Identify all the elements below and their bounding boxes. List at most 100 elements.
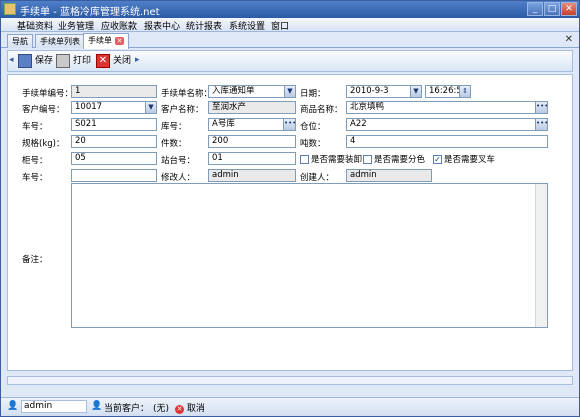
tonnage-field[interactable]: 4 <box>346 135 548 148</box>
value: 北京填鸭 <box>350 102 385 112</box>
print-button[interactable]: 打印 <box>56 53 91 70</box>
horizontal-scrollbar[interactable] <box>7 376 573 385</box>
menu-window[interactable]: 窗口 <box>271 19 289 32</box>
ellipsis-icon[interactable]: ••• <box>283 119 295 130</box>
title-bar: 手续单 - 蓝格冷库管理系统.net _ □ ✕ <box>1 1 579 18</box>
save-label: 保存 <box>35 56 54 66</box>
value: 2010-9-3 <box>350 86 389 96</box>
form-name-select[interactable]: 入库通知单 ▼ <box>208 85 296 98</box>
warehouse-field[interactable]: A号库 ••• <box>208 118 296 131</box>
customer-icon: 👤 <box>91 401 103 411</box>
checkbox-label: 是否需要装卸 <box>311 155 363 165</box>
time-spinner[interactable]: 16:26:56 ⇕ <box>425 85 471 98</box>
loading-checkbox[interactable]: 是否需要装卸 <box>300 153 362 165</box>
value: A号库 <box>212 119 235 129</box>
date-label: 日期： <box>300 89 326 99</box>
checkbox-label: 是否需要叉车 <box>444 155 496 165</box>
app-window: 手续单 - 蓝格冷库管理系统.net _ □ ✕ 基础资料 业务管理 应收账款 … <box>0 0 580 417</box>
vehicle-no-label: 车号： <box>22 122 48 132</box>
creator-field[interactable]: admin <box>346 169 432 182</box>
form-no-field[interactable]: 1 <box>71 85 157 98</box>
close-button[interactable]: ✕ 关闭 <box>96 53 131 70</box>
tonnage-label: 吨数： <box>300 139 326 149</box>
customer-name-field[interactable]: 至润水产 <box>208 101 296 114</box>
chevron-down-icon[interactable]: ▼ <box>410 86 421 97</box>
pieces-field[interactable]: 200 <box>208 135 296 148</box>
tab-strip: 导航 手续单列表 手续单 ✕ ✕ <box>1 32 579 49</box>
warehouse-label: 库号： <box>161 122 187 132</box>
product-name-label: 商品名称： <box>300 105 343 115</box>
modifier-field[interactable]: admin <box>208 169 296 182</box>
value: 1 <box>75 86 81 96</box>
close-icon[interactable]: ✕ <box>565 34 573 45</box>
value: 至润水产 <box>212 102 247 112</box>
toolbar-right-arrow-icon[interactable]: ▸ <box>135 55 140 65</box>
window-title: 手续单 - 蓝格冷库管理系统.net <box>20 7 160 18</box>
menu-basic-data[interactable]: 基础资料 <box>17 19 53 32</box>
date-picker[interactable]: 2010-9-3 ▼ <box>346 85 422 98</box>
location-field[interactable]: A22 ••• <box>346 118 548 131</box>
platform-no-label: 站台号： <box>161 156 196 166</box>
save-button[interactable]: 保存 <box>18 53 53 70</box>
ellipsis-icon[interactable]: ••• <box>535 119 547 130</box>
app-icon <box>4 3 16 15</box>
forklift-checkbox[interactable]: ✓ 是否需要叉车 <box>433 153 495 165</box>
menu-settings[interactable]: 系统设置 <box>229 19 265 32</box>
status-bar: 👤 admin 👤 当前客户： (无) ✕ 取消 <box>1 397 579 416</box>
checkbox-label: 是否需要分色 <box>374 155 426 165</box>
spec-field[interactable]: 20 <box>71 135 157 148</box>
tab-navigation[interactable]: 导航 <box>7 34 33 48</box>
customer-no-label: 客户编号： <box>22 105 65 115</box>
value: admin <box>212 170 239 180</box>
value: 20 <box>75 136 86 146</box>
close-label: 关闭 <box>113 56 132 66</box>
ellipsis-icon[interactable]: ••• <box>535 102 547 113</box>
current-customer-value: (无) <box>153 404 170 414</box>
toolbar: ◂ 保存 打印 ✕ 关闭 ▸ <box>7 50 573 72</box>
cancel-icon: ✕ <box>175 405 184 414</box>
checkbox-icon <box>300 155 309 164</box>
value: 05 <box>75 153 86 163</box>
color-sort-checkbox[interactable]: 是否需要分色 <box>363 153 425 165</box>
platform-no-field[interactable]: 01 <box>208 152 296 165</box>
menu-receivables[interactable]: 应收账款 <box>101 19 137 32</box>
chevron-down-icon[interactable]: ▼ <box>145 102 156 113</box>
toolbar-left-arrow-icon[interactable]: ◂ <box>9 55 14 65</box>
menu-statistics[interactable]: 统计报表 <box>186 19 222 32</box>
chevron-down-icon[interactable]: ▼ <box>284 86 295 97</box>
value: 01 <box>212 153 223 163</box>
tab-close-icon[interactable]: ✕ <box>115 37 124 45</box>
value: 200 <box>212 136 229 146</box>
value: 4 <box>350 136 356 146</box>
memo-scrollbar[interactable] <box>535 184 547 327</box>
minimize-button[interactable]: _ <box>527 2 543 16</box>
checkbox-icon <box>363 155 372 164</box>
product-name-field[interactable]: 北京填鸭 ••• <box>346 101 548 114</box>
customer-no-select[interactable]: 10017 ▼ <box>71 101 157 114</box>
pieces-label: 件数： <box>161 139 187 149</box>
customer-name-label: 客户名称： <box>161 105 204 115</box>
user-icon: 👤 <box>7 401 19 411</box>
container-no-field[interactable]: 05 <box>71 152 157 165</box>
spinner-icon[interactable]: ⇕ <box>459 86 470 97</box>
location-label: 仓位： <box>300 122 326 132</box>
maximize-button[interactable]: □ <box>544 2 560 16</box>
tab-form[interactable]: 手续单 ✕ <box>83 33 129 49</box>
close-window-button[interactable]: ✕ <box>561 2 577 16</box>
form-panel: 手续单编号： 1 手续单名称： 入库通知单 ▼ 日期： 2010-9-3 ▼ 16:… <box>7 74 573 371</box>
cancel-button[interactable]: ✕ 取消 <box>175 401 205 414</box>
creator-label: 创建人： <box>300 173 335 183</box>
memo-textarea[interactable] <box>71 183 548 328</box>
container-no-label: 柜号： <box>22 156 48 166</box>
vehicle-no-field[interactable]: S021 <box>71 118 157 131</box>
menu-business[interactable]: 业务管理 <box>58 19 94 32</box>
menu-reports[interactable]: 报表中心 <box>144 19 180 32</box>
vehicle-no2-field[interactable] <box>71 169 157 182</box>
memo-label: 备注： <box>22 255 48 265</box>
current-customer-label: 当前客户： <box>104 404 150 414</box>
cancel-label: 取消 <box>186 404 205 414</box>
menu-bar: 基础资料 业务管理 应收账款 报表中心 统计报表 系统设置 窗口 <box>1 18 579 32</box>
tab-label: 手续单列表 <box>40 37 80 46</box>
tab-list[interactable]: 手续单列表 <box>35 34 85 48</box>
form-name-label: 手续单名称： <box>161 89 213 99</box>
